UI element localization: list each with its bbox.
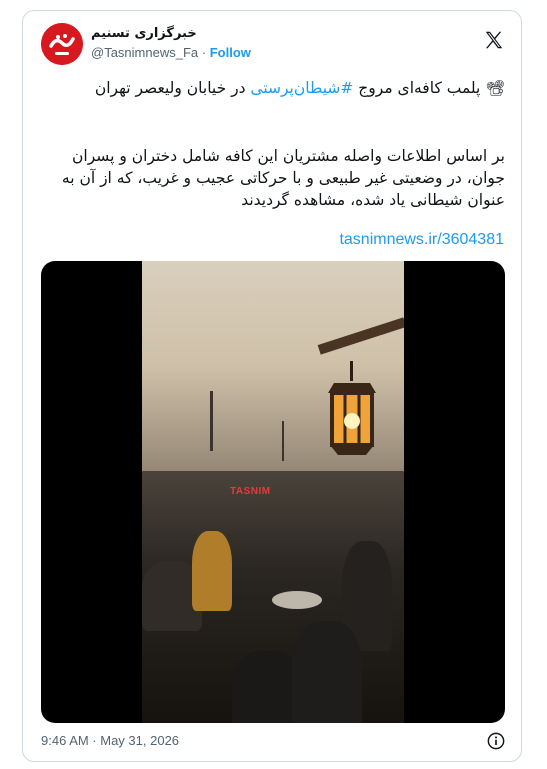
x-logo-icon[interactable] [483,29,505,51]
handle[interactable]: @Tasnimnews_Fa [91,45,198,60]
display-name[interactable]: خبرگزاری تسنیم [91,26,197,41]
hashtag-link[interactable]: #شیطان‌پرستی [250,79,353,97]
timestamp[interactable]: 9:46 AM · May 31, 2026 [41,733,179,748]
tweet-card: خبرگزاری تسنیم @Tasnimnews_Fa · Follow 📽… [22,10,522,762]
tweet-body: بر اساس اطلاعات واصله مشتریان این کافه ش… [61,147,505,209]
info-icon[interactable] [487,732,505,750]
video-player[interactable]: TASNIM [41,261,505,723]
tweet-headline: 📽 پلمب کافه‌ای مروج #شیطان‌پرستی در خیاب… [41,77,505,99]
video-watermark: TASNIM [230,486,271,497]
handle-row: @Tasnimnews_Fa · Follow [91,45,251,60]
media-emoji-icon: 📽 [485,79,505,97]
lantern-icon [328,361,376,455]
article-link[interactable]: tasnimnews.ir/3604381 [339,231,504,249]
headline-suffix: در خیابان ولیعصر تهران [94,79,251,97]
separator-dot: · [201,45,207,60]
tasnim-logo-icon [41,23,83,65]
avatar[interactable] [41,23,83,65]
video-frame: TASNIM [142,261,404,723]
follow-button[interactable]: Follow [210,45,251,60]
tweet-header: خبرگزاری تسنیم @Tasnimnews_Fa · Follow [41,23,507,69]
headline-prefix: پلمب کافه‌ای مروج [353,79,481,97]
